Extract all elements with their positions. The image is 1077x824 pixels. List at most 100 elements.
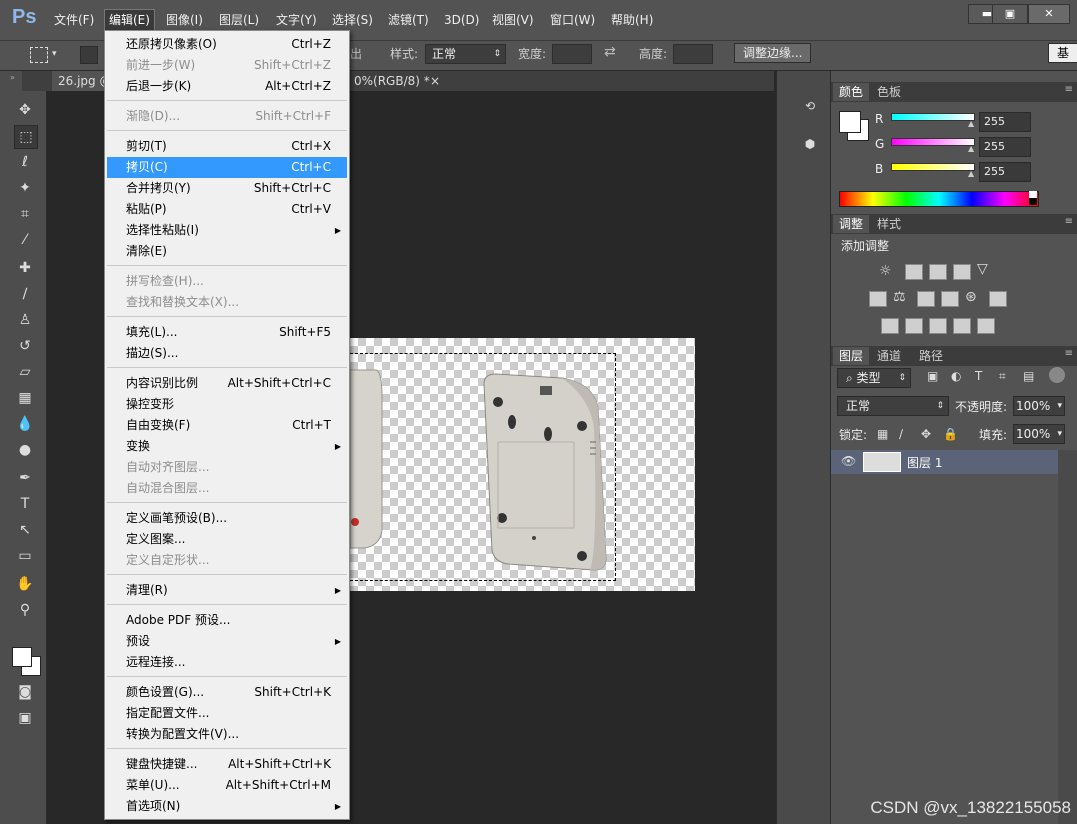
tab-adjustments[interactable]: 调整: [833, 215, 870, 233]
style-select[interactable]: 正常 ⇕: [425, 44, 506, 64]
posterize-icon[interactable]: [905, 318, 923, 334]
height-input[interactable]: [673, 44, 713, 64]
channel-mixer-icon[interactable]: ⊛: [965, 289, 977, 305]
refine-edge-button[interactable]: 调整边缘...: [734, 43, 812, 63]
menu-select[interactable]: 选择(S): [328, 10, 377, 30]
smart-object-filter-icon[interactable]: ▤: [1023, 369, 1034, 383]
lock-pixels-icon[interactable]: ∕: [899, 427, 903, 441]
edit-menu-item[interactable]: 自由变换(F) Ctrl+T: [107, 415, 347, 436]
adjustment-filter-icon[interactable]: ◐: [951, 369, 961, 383]
edit-menu-item[interactable]: 渐隐(D)... Shift+Ctrl+F: [107, 106, 347, 127]
move-tool-icon[interactable]: ✥: [14, 99, 36, 121]
white-swatch[interactable]: [1029, 191, 1037, 198]
layer-row[interactable]: 👁 图层 1: [831, 450, 1058, 474]
edit-menu-item[interactable]: 前进一步(W) Shift+Ctrl+Z: [107, 55, 347, 76]
new-selection-icon[interactable]: [80, 46, 98, 64]
opacity-input[interactable]: 100% ▾: [1013, 396, 1065, 416]
color-balance-icon[interactable]: ⚖: [893, 289, 906, 305]
foreground-color-swatch[interactable]: [12, 647, 32, 667]
edit-menu-item[interactable]: 变换 ▶: [107, 436, 347, 457]
edit-menu-item[interactable]: 预设 ▶: [107, 631, 347, 652]
fill-input[interactable]: 100% ▾: [1013, 424, 1065, 444]
edit-menu-item[interactable]: 定义画笔预设(B)...: [107, 508, 347, 529]
eye-icon[interactable]: 👁: [841, 454, 856, 468]
shape-filter-icon[interactable]: ⌗: [999, 369, 1006, 384]
edit-menu-item[interactable]: 描边(S)...: [107, 343, 347, 364]
b-slider[interactable]: [891, 163, 975, 171]
blur-tool-icon[interactable]: 💧: [14, 413, 36, 435]
hand-tool-icon[interactable]: ✋: [14, 573, 36, 595]
menu-layer[interactable]: 图层(L): [215, 10, 263, 30]
b-value-input[interactable]: 255: [979, 162, 1031, 182]
pen-tool-icon[interactable]: ✒: [14, 467, 36, 489]
panel-menu-icon[interactable]: ≡: [1065, 84, 1073, 95]
tab-color[interactable]: 颜色: [833, 83, 870, 101]
invert-icon[interactable]: [881, 318, 899, 334]
blend-mode-select[interactable]: 正常 ⇕: [837, 396, 949, 416]
maximize-button[interactable]: ▣: [992, 4, 1028, 24]
g-value-input[interactable]: 255: [979, 137, 1031, 157]
r-slider[interactable]: [891, 113, 975, 121]
hue-saturation-icon[interactable]: [869, 291, 887, 307]
photo-filter-icon[interactable]: [941, 291, 959, 307]
edit-menu-item[interactable]: 粘贴(P) Ctrl+V: [107, 199, 347, 220]
brush-tool-icon[interactable]: ∕: [14, 283, 36, 305]
levels-icon[interactable]: [905, 264, 923, 280]
layer-filter-select[interactable]: ⌕ 类型 ⇕: [837, 368, 911, 388]
menu-help[interactable]: 帮助(H): [607, 10, 657, 30]
quick-mask-icon[interactable]: ◙: [14, 681, 36, 703]
edit-menu-item[interactable]: 后退一步(K) Alt+Ctrl+Z: [107, 76, 347, 97]
menu-edit[interactable]: 编辑(E): [104, 9, 155, 31]
lasso-tool-icon[interactable]: ℓ: [14, 151, 36, 173]
edit-menu-item[interactable]: 合并拷贝(Y) Shift+Ctrl+C: [107, 178, 347, 199]
edit-menu-item[interactable]: 自动混合图层...: [107, 478, 347, 499]
edit-menu-item[interactable]: 首选项(N) ▶: [107, 796, 347, 817]
gradient-map-icon[interactable]: [977, 318, 995, 334]
black-swatch[interactable]: [1029, 198, 1037, 205]
r-value-input[interactable]: 255: [979, 112, 1031, 132]
path-select-tool-icon[interactable]: ↖: [14, 519, 36, 541]
tab-doc-active-label[interactable]: 0%(RGB/8) *: [348, 71, 436, 91]
edit-menu-item[interactable]: 填充(L)... Shift+F5: [107, 322, 347, 343]
foreground-swatch[interactable]: [839, 111, 861, 133]
edit-menu-item[interactable]: 操控变形: [107, 394, 347, 415]
menu-type[interactable]: 文字(Y): [272, 10, 321, 30]
zoom-tool-icon[interactable]: ⚲: [14, 599, 36, 621]
edit-menu-item[interactable]: 转换为配置文件(V)...: [107, 724, 347, 745]
clone-stamp-tool-icon[interactable]: ♙: [14, 309, 36, 331]
brightness-icon[interactable]: ☼: [879, 263, 892, 279]
vibrance-icon[interactable]: ▽: [977, 261, 988, 277]
history-panel-icon[interactable]: ⟲: [799, 95, 821, 117]
black-white-icon[interactable]: [917, 291, 935, 307]
width-input[interactable]: [552, 44, 592, 64]
magic-wand-tool-icon[interactable]: ✦: [14, 177, 36, 199]
layers-scrollbar[interactable]: [1058, 450, 1077, 824]
close-button[interactable]: ✕: [1028, 4, 1070, 24]
menu-3d[interactable]: 3D(D): [440, 10, 483, 30]
dodge-tool-icon[interactable]: ●: [14, 439, 36, 461]
color-lookup-icon[interactable]: [989, 291, 1007, 307]
edit-menu-item[interactable]: 选择性粘贴(I) ▶: [107, 220, 347, 241]
tab-paths[interactable]: 路径: [913, 347, 949, 365]
rectangle-tool-icon[interactable]: ▭: [14, 545, 36, 567]
crop-tool-icon[interactable]: ⌗: [14, 203, 36, 225]
edit-menu-item[interactable]: 清除(E): [107, 241, 347, 262]
color-spectrum-bar[interactable]: [839, 191, 1039, 207]
exposure-icon[interactable]: [953, 264, 971, 280]
collapse-icon[interactable]: »: [10, 73, 15, 82]
edit-menu-item[interactable]: 拷贝(C) Ctrl+C: [107, 157, 347, 178]
edit-menu-item[interactable]: 拼写检查(H)...: [107, 271, 347, 292]
edit-menu-item[interactable]: 定义自定形状...: [107, 550, 347, 571]
menu-filter[interactable]: 滤镜(T): [384, 10, 433, 30]
pixel-filter-icon[interactable]: ▣: [927, 369, 938, 383]
edit-menu-item[interactable]: 内容识别比例 Alt+Shift+Ctrl+C: [107, 373, 347, 394]
tab-swatches[interactable]: 色板: [871, 83, 907, 101]
curves-icon[interactable]: [929, 264, 947, 280]
threshold-icon[interactable]: [929, 318, 947, 334]
swap-icon[interactable]: ⇄: [604, 44, 616, 60]
lock-position-icon[interactable]: ✥: [921, 427, 931, 441]
tab-layers[interactable]: 图层: [833, 347, 870, 365]
edit-menu-item[interactable]: 菜单(U)... Alt+Shift+Ctrl+M: [107, 775, 347, 796]
filter-toggle-icon[interactable]: [1049, 367, 1065, 383]
menu-view[interactable]: 视图(V): [488, 10, 538, 30]
